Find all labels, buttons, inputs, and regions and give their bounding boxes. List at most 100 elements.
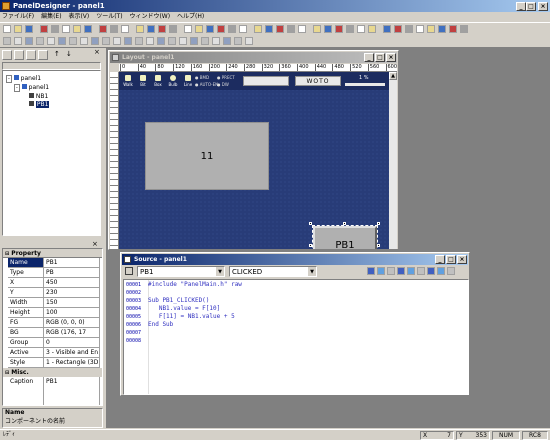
panel-close-icon[interactable]: × bbox=[94, 48, 100, 56]
zoom-in-icon[interactable] bbox=[287, 25, 295, 33]
code-line[interactable]: 00005 F[11] = NB1.value + 5 bbox=[126, 313, 242, 321]
serial-icon[interactable] bbox=[190, 37, 198, 45]
step-icon[interactable] bbox=[184, 25, 192, 33]
property-value[interactable]: 1 - Rectangle (3D bbox=[44, 358, 100, 368]
code-line[interactable]: 00003 Sub PB1_CLICKED() bbox=[126, 297, 242, 305]
code-line[interactable]: 00008 bbox=[126, 337, 242, 345]
align-left-icon[interactable] bbox=[195, 25, 203, 33]
canvas-tool-bulb[interactable]: Bulb bbox=[167, 74, 179, 88]
property-value[interactable]: 0 bbox=[44, 338, 100, 348]
property-value[interactable]: 450 bbox=[44, 278, 100, 288]
property-value[interactable]: 100 bbox=[44, 308, 100, 318]
minimize-button[interactable]: _ bbox=[516, 2, 526, 11]
property-value[interactable]: 3 - Visible and En bbox=[44, 348, 100, 358]
redo-icon[interactable] bbox=[84, 25, 92, 33]
pb1-component[interactable]: PB1 bbox=[312, 225, 378, 249]
move-down-icon[interactable]: ↓ bbox=[66, 50, 76, 60]
find-icon[interactable] bbox=[99, 25, 107, 33]
option-prect[interactable]: ● PRECT bbox=[217, 75, 235, 80]
timer-icon[interactable] bbox=[179, 37, 187, 45]
comment-icon[interactable] bbox=[427, 267, 435, 275]
canvas-tool-box[interactable]: Box bbox=[152, 74, 164, 88]
back-icon[interactable] bbox=[335, 25, 343, 33]
open-icon[interactable] bbox=[14, 25, 22, 33]
tree-item-pb1[interactable]: PB1 bbox=[29, 101, 50, 108]
layout-minimize-button[interactable]: _ bbox=[364, 53, 374, 62]
design-canvas[interactable]: Walk Bit Box Bulb Line ● BMD ● PRECT ● AUTO-… bbox=[119, 72, 389, 249]
selection-handle[interactable] bbox=[377, 244, 380, 247]
selection-handle[interactable] bbox=[377, 222, 380, 225]
space-v-icon[interactable] bbox=[427, 25, 435, 33]
text-icon[interactable] bbox=[25, 37, 33, 45]
outdent-icon[interactable] bbox=[417, 267, 425, 275]
close-button[interactable]: × bbox=[538, 2, 548, 11]
align-center-icon[interactable] bbox=[206, 25, 214, 33]
lock-icon[interactable] bbox=[368, 25, 376, 33]
tree-panel[interactable]: - panel1 bbox=[14, 84, 49, 92]
menu-file[interactable]: ファイル(F) bbox=[2, 13, 34, 20]
sound-icon[interactable] bbox=[212, 37, 220, 45]
option-auto-en[interactable]: ● AUTO-EN bbox=[195, 82, 218, 87]
event-select[interactable]: CLICKED ▼ bbox=[229, 266, 317, 277]
debug-icon[interactable] bbox=[169, 25, 177, 33]
bookmark-icon[interactable] bbox=[367, 267, 375, 275]
scroll-up-icon[interactable]: ▲ bbox=[389, 72, 397, 80]
canvas-tool-walk[interactable]: Walk bbox=[122, 74, 134, 88]
move-up-icon[interactable]: ↑ bbox=[54, 50, 64, 60]
next-bookmark-icon[interactable] bbox=[387, 267, 395, 275]
menu-edit[interactable]: 編集(E) bbox=[41, 13, 61, 20]
binoculars-icon[interactable] bbox=[447, 267, 455, 275]
menu-help[interactable]: ヘルプ(H) bbox=[177, 13, 204, 20]
uncomment-icon[interactable] bbox=[437, 267, 445, 275]
source-maximize-button[interactable]: □ bbox=[446, 255, 456, 264]
layout-vscroll[interactable]: ▲ bbox=[389, 72, 397, 249]
clear-bookmark-icon[interactable] bbox=[397, 267, 405, 275]
front-icon[interactable] bbox=[324, 25, 332, 33]
center-v-icon[interactable] bbox=[449, 25, 457, 33]
source-close-button[interactable]: × bbox=[457, 255, 467, 264]
menu-tools[interactable]: ツール(T) bbox=[96, 13, 122, 20]
code-line[interactable]: 00006 End Sub bbox=[126, 321, 242, 329]
zoom-out-icon[interactable] bbox=[298, 25, 306, 33]
nb1-component[interactable]: 11 bbox=[145, 122, 269, 190]
list-icon[interactable] bbox=[157, 37, 165, 45]
bar-icon[interactable] bbox=[69, 37, 77, 45]
menu-window[interactable]: ウィンドウ(W) bbox=[129, 13, 170, 20]
align-top-icon[interactable] bbox=[228, 25, 236, 33]
pointer-icon[interactable] bbox=[3, 37, 11, 45]
grid-icon[interactable] bbox=[265, 25, 273, 33]
property-value[interactable]: PB1 bbox=[44, 258, 100, 268]
copy-icon[interactable] bbox=[51, 25, 59, 33]
maximize-button[interactable]: □ bbox=[526, 2, 536, 11]
align-middle-icon[interactable] bbox=[239, 25, 247, 33]
number-icon[interactable] bbox=[36, 37, 44, 45]
table-icon[interactable] bbox=[168, 37, 176, 45]
build-icon[interactable] bbox=[158, 25, 166, 33]
print-icon[interactable] bbox=[121, 25, 129, 33]
menu-view[interactable]: 表示(V) bbox=[68, 13, 89, 20]
selection-handle[interactable] bbox=[343, 222, 346, 225]
same-size-icon[interactable] bbox=[405, 25, 413, 33]
property-value[interactable]: PB bbox=[44, 268, 100, 278]
shape-icon[interactable] bbox=[102, 37, 110, 45]
delete-icon[interactable] bbox=[38, 50, 48, 60]
canvas-tool-bit[interactable]: Bit bbox=[137, 74, 149, 88]
add-icon[interactable] bbox=[26, 50, 36, 60]
graph-icon[interactable] bbox=[80, 37, 88, 45]
option-dw[interactable]: ● DW bbox=[217, 82, 229, 87]
file-view-icon[interactable] bbox=[14, 50, 24, 60]
project-tree[interactable]: - panel1 - panel1 NB1 PB1 bbox=[2, 70, 101, 236]
file-icon[interactable] bbox=[201, 37, 209, 45]
center-h-icon[interactable] bbox=[438, 25, 446, 33]
paste-icon[interactable] bbox=[62, 25, 70, 33]
property-value[interactable]: RGB (176, 17 bbox=[44, 328, 100, 338]
replace-icon[interactable] bbox=[110, 25, 118, 33]
lamp-icon[interactable] bbox=[47, 37, 55, 45]
switch-icon[interactable] bbox=[135, 37, 143, 45]
new-icon[interactable] bbox=[3, 25, 11, 33]
align-bottom-icon[interactable] bbox=[254, 25, 262, 33]
same-height-icon[interactable] bbox=[394, 25, 402, 33]
key-icon[interactable] bbox=[245, 37, 253, 45]
stop-icon[interactable] bbox=[147, 25, 155, 33]
prev-bookmark-icon[interactable] bbox=[377, 267, 385, 275]
